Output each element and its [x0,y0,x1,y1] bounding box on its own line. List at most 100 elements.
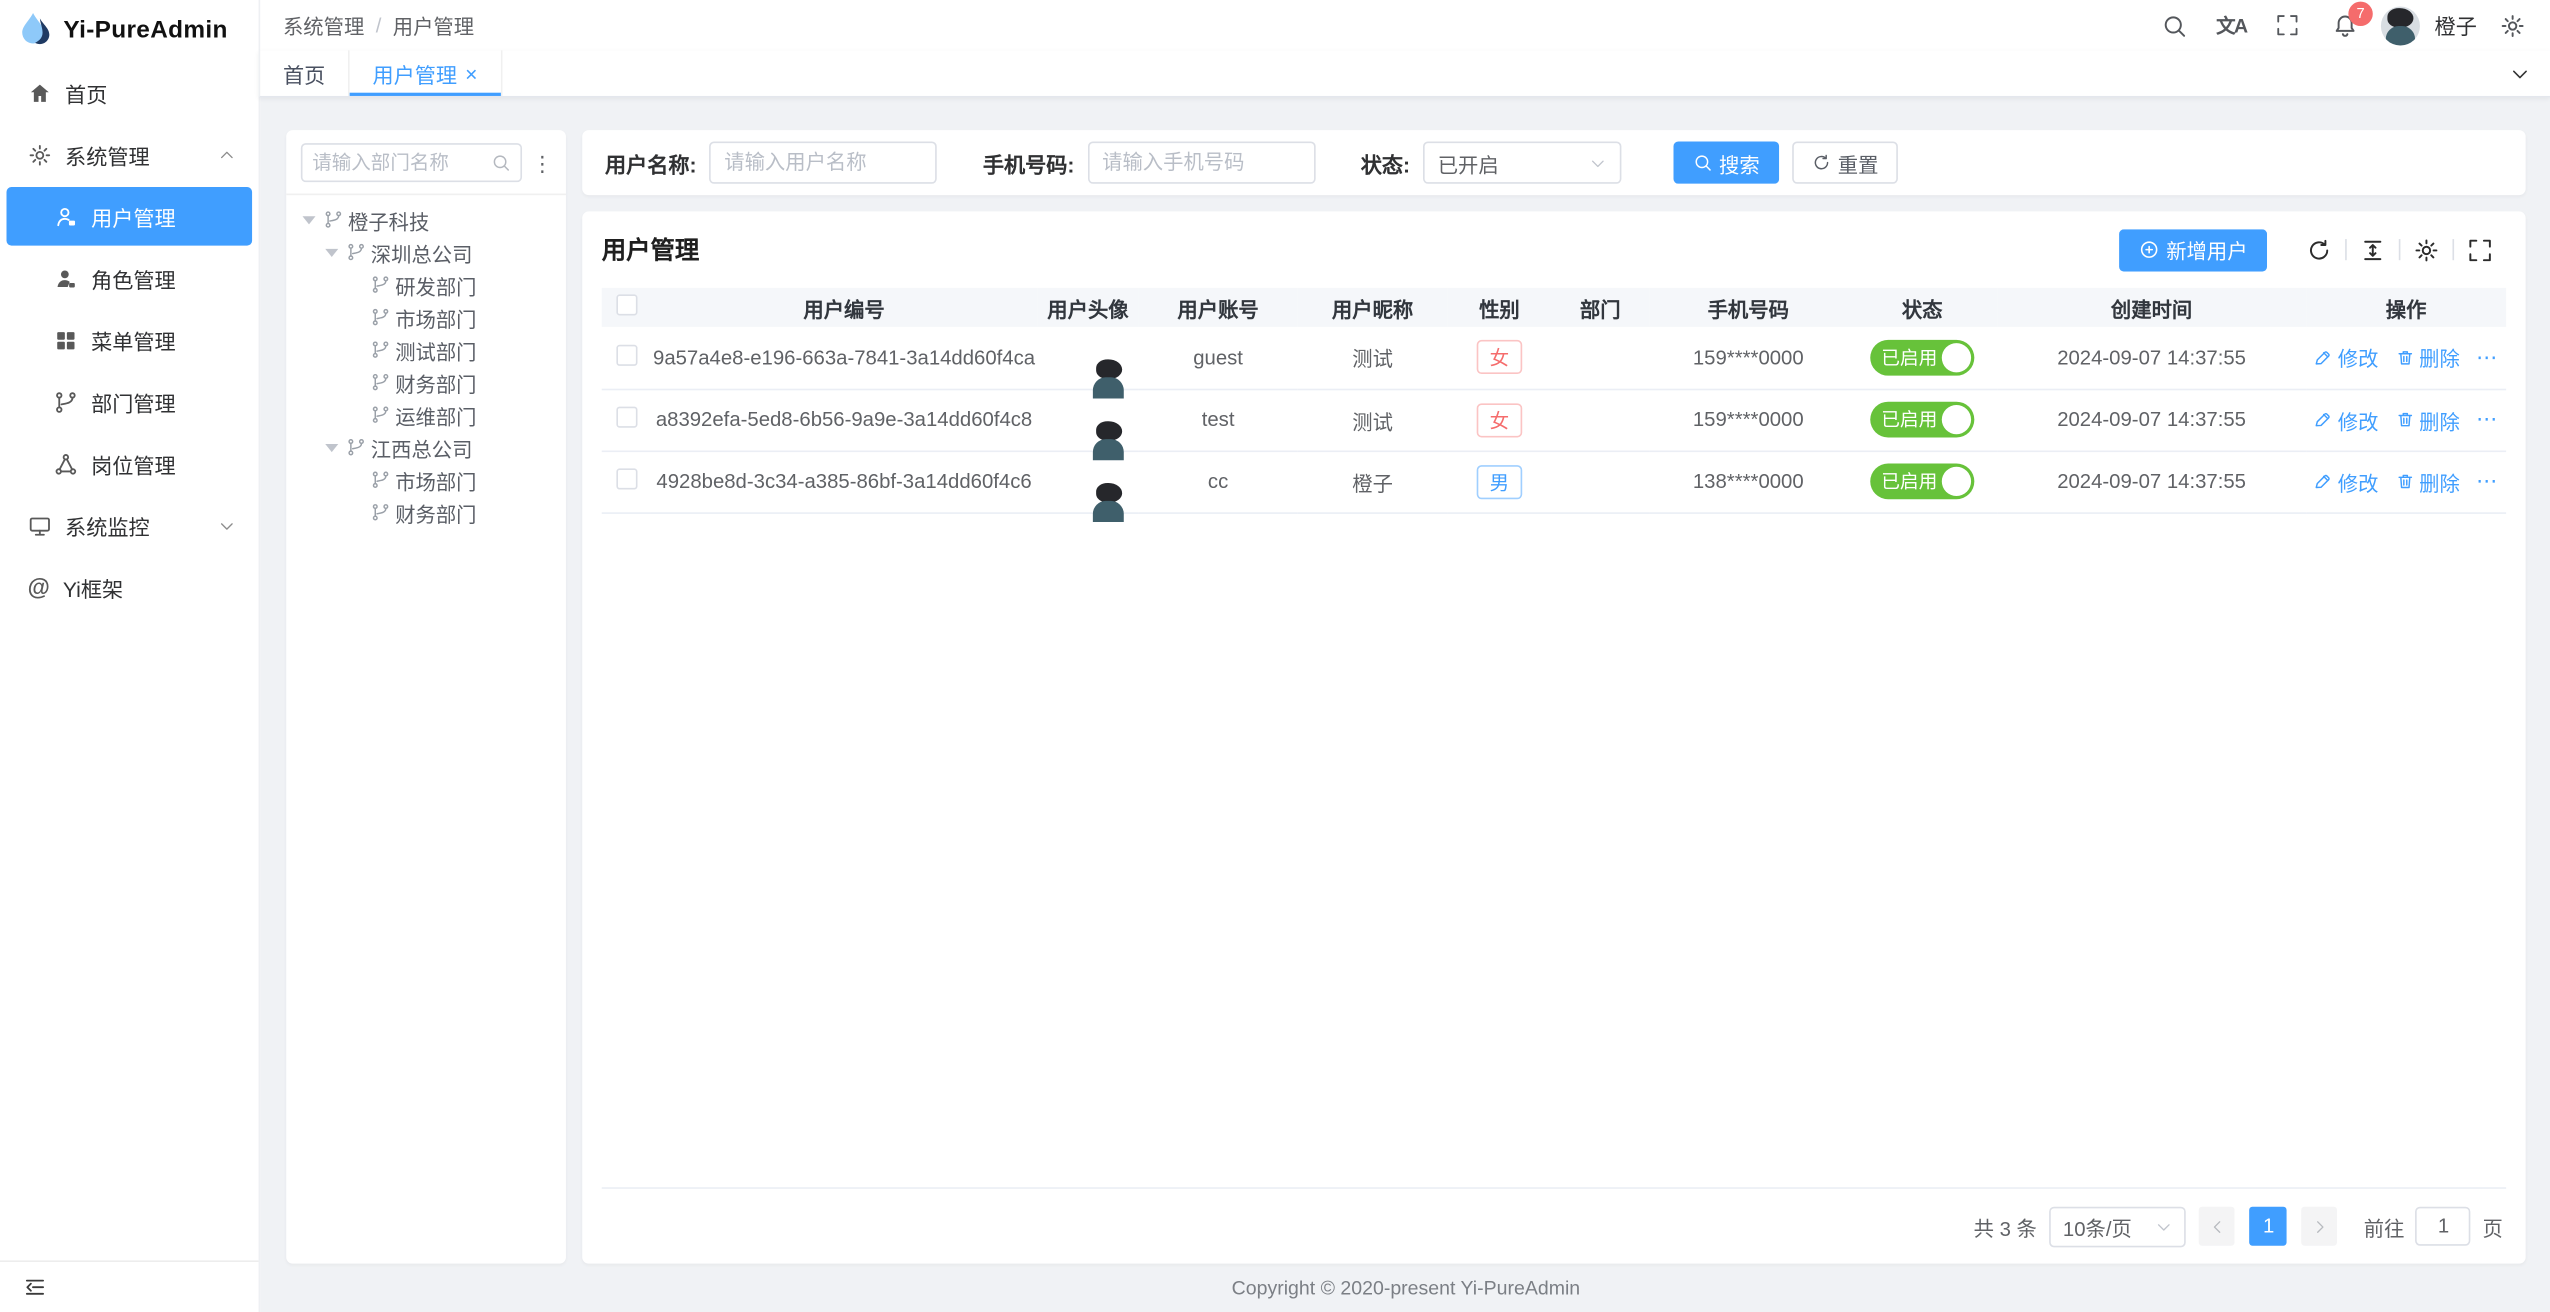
fullscreen-icon[interactable] [2467,237,2493,263]
monitor-icon [28,513,52,537]
sidebar-item-users[interactable]: 用户管理 [7,187,253,246]
tree-node[interactable]: 运维部门 [286,398,566,431]
more-actions-button[interactable]: ⋯ [2476,407,2499,433]
caret-down-icon[interactable] [325,443,338,451]
trash-icon [2395,348,2415,368]
tree-node[interactable]: 橙子科技 [286,203,566,236]
sidebar-item-roles[interactable]: 角色管理 [0,247,259,309]
sidebar-item-label: 系统监控 [65,510,150,541]
tree-node-label: 市场部门 [395,464,476,495]
column-header: 创建时间 [1997,288,2306,327]
sidebar-item-departments[interactable]: 部门管理 [0,371,259,433]
column-header: 状态 [1847,288,1997,327]
department-tree-panel: ⋮ 橙子科技 深圳总公司 研发部门 市场部门 测试部门 财务部门 运维部门 江西… [286,130,566,1264]
reset-button[interactable]: 重置 [1792,141,1898,183]
edit-button[interactable]: 修改 [2313,342,2378,373]
tree-node[interactable]: 深圳总公司 [286,236,566,269]
select-all-checkbox[interactable] [616,294,637,315]
tab-actions-dropdown[interactable] [2490,50,2550,96]
edit-button[interactable]: 修改 [2313,404,2378,435]
refresh-icon[interactable] [2306,237,2332,263]
translate-button[interactable]: 文A [2210,4,2252,46]
pencil-icon [2313,348,2333,368]
branch-icon [346,437,366,457]
divider [2399,239,2401,260]
tree-node[interactable]: 财务部门 [286,496,566,529]
goto-page-input[interactable] [2416,1207,2471,1246]
settings-button[interactable] [2491,4,2533,46]
sidebar-item-system[interactable]: 系统管理 [0,124,259,186]
delete-button[interactable]: 删除 [2395,466,2460,497]
status-toggle[interactable]: 已启用 [1870,463,1975,499]
density-icon[interactable] [2360,237,2386,263]
sidebar-item-monitor[interactable]: 系统监控 [0,494,259,556]
phone-cell: 159****0000 [1649,389,1847,451]
page-number-button[interactable]: 1 [2250,1207,2287,1246]
page-size-select[interactable]: 10条/页 [2050,1206,2187,1247]
sidebar-item-framework[interactable]: @ Yi框架 [0,556,259,618]
row-checkbox[interactable] [616,344,637,365]
status-select[interactable]: 已开启 [1423,141,1621,183]
tab-user-management[interactable]: 用户管理 × [350,50,502,96]
tree-node[interactable]: 测试部门 [286,333,566,366]
add-user-button[interactable]: 新增用户 [2119,228,2267,270]
fullscreen-button[interactable] [2267,4,2309,46]
status-toggle[interactable]: 已启用 [1870,339,1975,375]
page-unit-label: 页 [2483,1211,2503,1242]
branch-icon [371,372,391,392]
column-header: 性别 [1447,288,1551,327]
tab-home[interactable]: 首页 [260,50,349,96]
username[interactable]: 橙子 [2435,10,2477,41]
edit-button[interactable]: 修改 [2313,466,2378,497]
logo[interactable]: Yi-PureAdmin [0,0,259,59]
next-page-button[interactable] [2302,1207,2338,1246]
more-actions-button[interactable]: ⋯ [2476,468,2499,494]
row-checkbox[interactable] [616,468,637,489]
goto-label: 前往 [2364,1211,2405,1242]
pencil-icon [2313,472,2333,492]
tree-node[interactable]: 研发部门 [286,268,566,301]
breadcrumb: 系统管理 / 用户管理 [283,10,474,41]
prev-page-button[interactable] [2200,1207,2236,1246]
sidebar-item-label: 部门管理 [91,386,176,417]
search-submit-button[interactable]: 搜索 [1674,141,1780,183]
status-select-value: 已开启 [1438,147,1499,178]
delete-button[interactable]: 删除 [2395,404,2460,435]
topbar-actions: 文A 7 橙子 [2153,4,2534,46]
column-settings-icon[interactable] [2413,237,2439,263]
name-filter-input[interactable] [710,141,938,183]
phone-filter-input[interactable] [1087,141,1315,183]
tree-node[interactable]: 财务部门 [286,366,566,399]
delete-button[interactable]: 删除 [2395,342,2460,373]
close-icon[interactable]: × [465,61,477,85]
sidebar-item-home[interactable]: 首页 [0,62,259,124]
notifications-button[interactable]: 7 [2324,4,2366,46]
more-actions-button[interactable]: ⋯ [2476,344,2499,370]
created-time-cell: 2024-09-07 14:37:55 [1997,450,2306,512]
sidebar-item-posts[interactable]: 岗位管理 [0,433,259,495]
sidebar-item-label: 首页 [65,77,107,108]
gender-badge: 男 [1477,464,1523,498]
row-checkbox[interactable] [616,407,637,428]
caret-down-icon[interactable] [302,215,315,223]
tree-node[interactable]: 江西总公司 [286,431,566,464]
user-menu[interactable] [2381,4,2420,46]
collapse-sidebar-icon[interactable] [23,1275,47,1299]
tree-node-label: 深圳总公司 [371,237,473,268]
caret-down-icon[interactable] [325,248,338,256]
more-vertical-icon[interactable]: ⋮ [529,152,557,173]
tree-node[interactable]: 市场部门 [286,463,566,496]
toggle-knob [1942,467,1971,496]
grid-icon [54,328,78,352]
breadcrumb-item: 用户管理 [393,10,474,41]
chevron-down-icon [2156,1217,2174,1235]
branch-icon [371,503,391,523]
at-icon: @ [28,574,50,600]
search-button[interactable] [2153,4,2195,46]
sidebar-item-menus[interactable]: 菜单管理 [0,309,259,371]
tree-node[interactable]: 市场部门 [286,301,566,334]
tree-search-input[interactable] [312,151,484,174]
breadcrumb-item[interactable]: 系统管理 [283,10,364,41]
app-title: Yi-PureAdmin [63,15,227,43]
status-toggle[interactable]: 已启用 [1870,402,1975,438]
